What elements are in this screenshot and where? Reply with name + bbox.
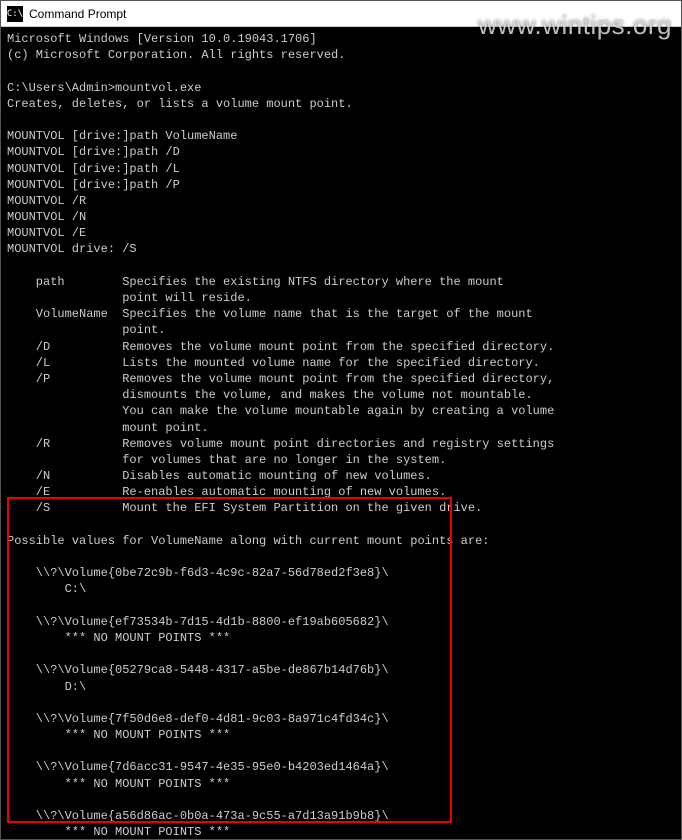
terminal-header-text: Microsoft Windows [Version 10.0.19043.17…: [7, 32, 554, 548]
terminal-volumes-text: \\?\Volume{0be72c9b-f6d3-4c9c-82a7-56d78…: [7, 566, 389, 839]
cmd-icon: C:\: [7, 6, 23, 22]
terminal-output[interactable]: Microsoft Windows [Version 10.0.19043.17…: [1, 27, 681, 839]
window-title: Command Prompt: [29, 7, 675, 21]
titlebar[interactable]: C:\ Command Prompt: [1, 1, 681, 27]
command-prompt-window: C:\ Command Prompt Microsoft Windows [Ve…: [0, 0, 682, 840]
